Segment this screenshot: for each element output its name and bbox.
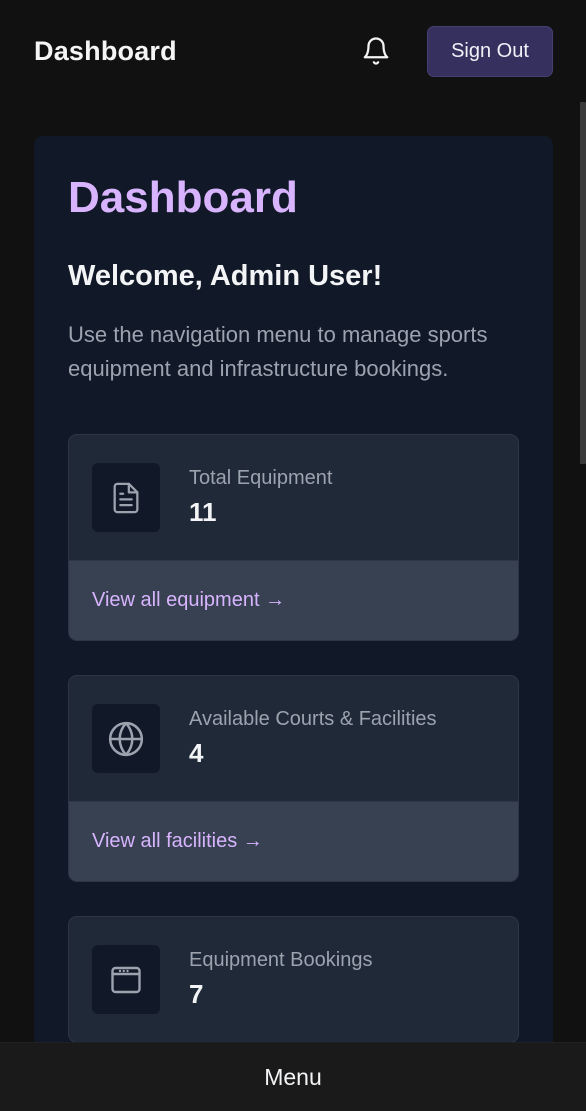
stat-card-total-equipment: Total Equipment 11 View all equipment → <box>68 434 519 642</box>
browser-window-icon <box>92 945 160 1015</box>
stat-card-equipment-bookings: Equipment Bookings 7 <box>68 916 519 1044</box>
stat-label: Total Equipment <box>189 467 333 490</box>
bottom-menu-bar: Menu <box>0 1042 586 1111</box>
view-all-equipment-link[interactable]: View all equipment → <box>92 589 285 612</box>
brand-title: Dashboard <box>34 35 177 66</box>
stat-card-footer: View all facilities → <box>69 801 518 882</box>
document-icon <box>92 463 160 533</box>
scrollbar[interactable] <box>579 102 586 1042</box>
view-all-facilities-link[interactable]: View all facilities → <box>92 830 263 853</box>
globe-icon <box>92 704 160 774</box>
intro-text: Use the navigation menu to manage sports… <box>68 322 488 382</box>
page-title: Dashboard <box>68 173 298 222</box>
main-card: Dashboard Welcome, Admin User! Use the n… <box>34 136 553 1111</box>
stat-text: Total Equipment 11 <box>189 467 332 528</box>
scrollbar-thumb[interactable] <box>580 102 586 464</box>
stat-card-footer: View all equipment → <box>69 560 518 641</box>
stat-label: Available Courts & Facilities <box>189 708 437 731</box>
top-actions: Sign Out <box>356 25 553 77</box>
stat-card-header: Equipment Bookings 7 <box>69 917 518 1042</box>
stat-card-header: Available Courts & Facilities 4 <box>69 676 518 801</box>
stat-value: 7 <box>189 979 204 1010</box>
welcome-heading: Welcome, Admin User! <box>68 260 383 292</box>
sign-out-button[interactable]: Sign Out <box>427 25 553 77</box>
stat-text: Equipment Bookings 7 <box>189 949 372 1010</box>
stat-text: Available Courts & Facilities 4 <box>189 708 437 769</box>
top-bar: Dashboard Sign Out <box>0 0 586 102</box>
stat-label: Equipment Bookings <box>189 949 373 972</box>
menu-button[interactable]: Menu <box>264 1064 322 1091</box>
bell-icon[interactable] <box>356 31 396 71</box>
stat-value: 4 <box>189 738 204 769</box>
stat-value: 11 <box>189 497 217 528</box>
stat-card-header: Total Equipment 11 <box>69 435 518 560</box>
stat-card-facilities: Available Courts & Facilities 4 View all… <box>68 675 519 883</box>
